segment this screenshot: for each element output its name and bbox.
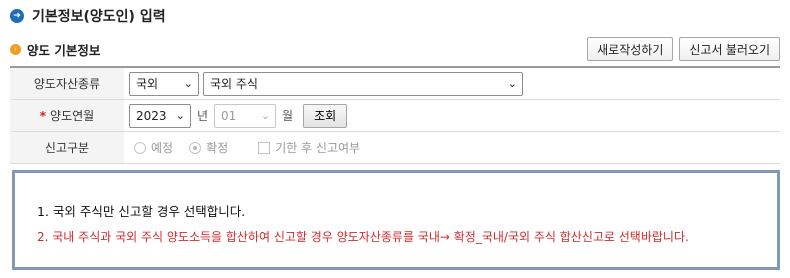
section-header: › 양도 기본정보 새로작성하기 신고서 불러오기 [10,36,780,62]
report-type-label: 신고구분 [10,132,124,163]
asset-type-label: 양도자산종류 [10,68,124,99]
asset-region-value: 국외 [136,77,159,91]
load-report-button[interactable]: 신고서 불러오기 [679,37,780,61]
period-label: * 양도연월 [10,100,124,131]
new-form-button[interactable]: 새로작성하기 [587,37,674,61]
period-value: 2023 ⌄ 년 01 ⌄ 월 조회 [124,100,780,131]
required-mark: * [39,108,47,123]
radio-preliminary[interactable]: 예정 [134,139,173,156]
chevron-down-icon: ⌄ [183,76,193,90]
radio-preliminary-label: 예정 [151,141,174,155]
late-filing-label: 기한 후 신고여부 [275,141,361,155]
basic-info-form: 양도자산종류 국외 ⌄ 국외 주식 ⌄ * 양도연월 2023 ⌄ 년 01 ⌄… [10,66,780,164]
radio-selected-icon [189,141,202,154]
asset-kind-value: 국외 주식 [210,77,258,91]
page-title: 기본정보(양도인) 입력 [32,9,166,25]
bullet-icon: › [10,43,21,55]
late-filing-checkbox[interactable]: 기한 후 신고여부 [258,139,360,156]
report-type-row: 신고구분 예정 확정 기한 후 신고여부 [10,132,780,164]
section-title: 양도 기본정보 [27,42,101,58]
notice-box: 1. 국외 주식만 신고할 경우 선택합니다. 2. 국내 주식과 국외 주식 … [12,170,780,270]
chevron-down-icon: ⌄ [260,108,271,122]
year-value: 2023 [136,108,167,123]
radio-icon [134,141,146,154]
checkbox-icon [258,141,271,154]
radio-final[interactable]: 확정 [189,139,228,156]
asset-type-value: 국외 ⌄ 국외 주식 ⌄ [124,68,780,99]
asset-kind-select[interactable]: 국외 주식 ⌄ [203,71,523,96]
year-select[interactable]: 2023 ⌄ [129,103,191,128]
notice-line-2: 2. 국내 주식과 국외 주식 양도소득을 합산하여 신고할 경우 양도자산종류… [37,230,689,244]
section-actions: 새로작성하기 신고서 불러오기 [587,37,780,61]
period-label-text: 양도연월 [50,109,95,123]
month-value: 01 [221,108,237,123]
search-button[interactable]: 조회 [303,103,348,128]
year-unit: 년 [197,109,209,123]
month-select[interactable]: 01 ⌄ [214,103,277,128]
asset-type-row: 양도자산종류 국외 ⌄ 국외 주식 ⌄ [10,68,780,100]
chevron-down-icon: ⌄ [175,108,185,122]
period-row: * 양도연월 2023 ⌄ 년 01 ⌄ 월 조회 [10,100,780,132]
arrow-right-circle-icon: ➜ [10,9,24,23]
report-type-value: 예정 확정 기한 후 신고여부 [124,132,780,163]
chevron-down-icon: ⌄ [507,76,517,90]
asset-region-select[interactable]: 국외 ⌄ [129,71,199,96]
page-header: ➜ 기본정보(양도인) 입력 [10,6,166,26]
notice-line-1: 1. 국외 주식만 신고할 경우 선택합니다. [37,204,246,219]
radio-final-label: 확정 [206,141,229,155]
month-unit: 월 [282,109,294,123]
